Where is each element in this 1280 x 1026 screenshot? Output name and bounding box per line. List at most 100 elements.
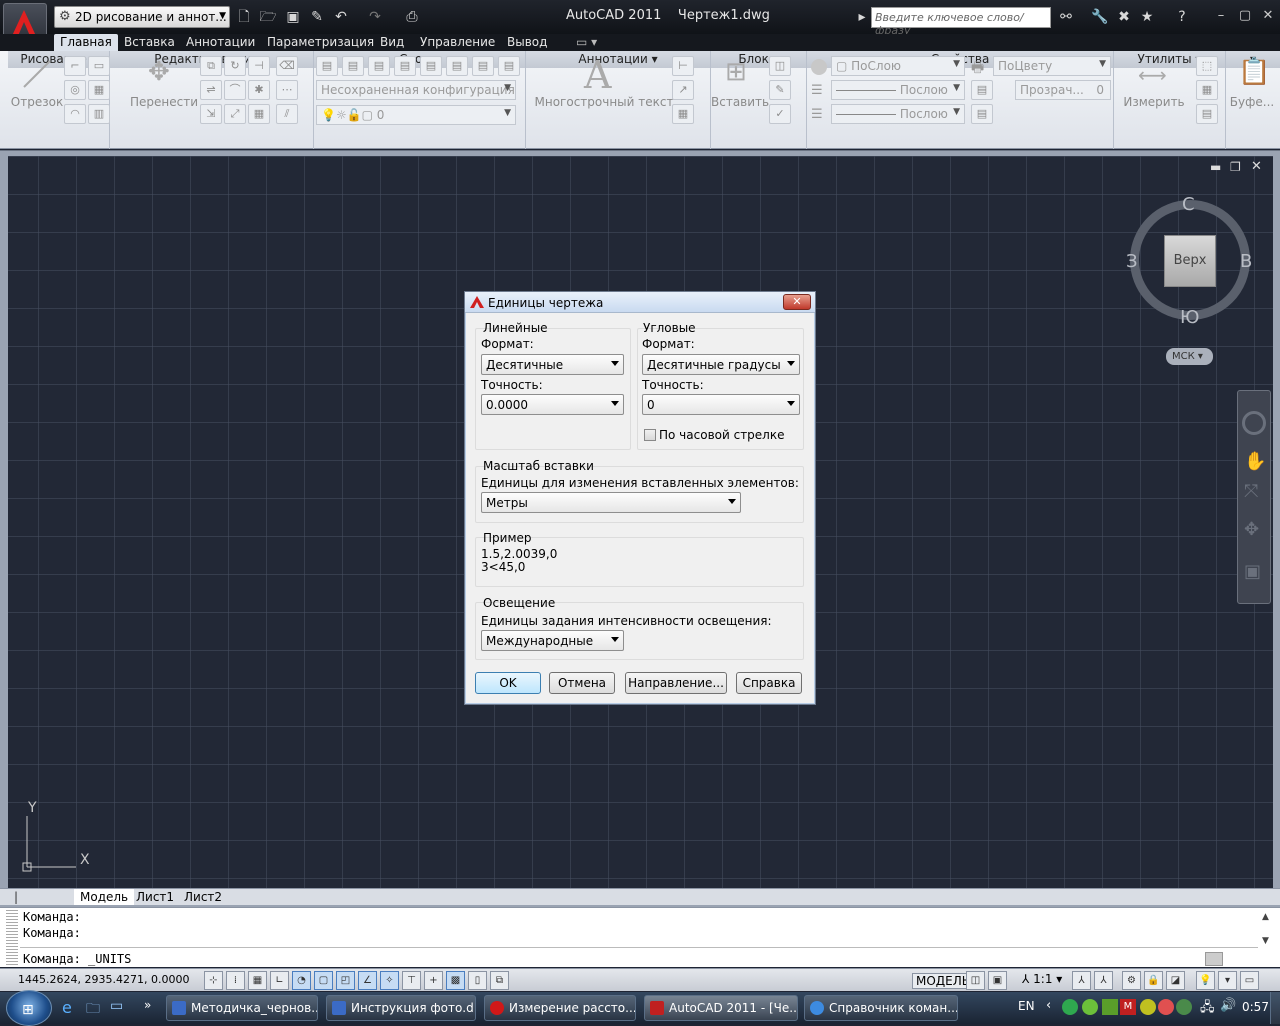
quicklaunch-more-icon[interactable]: » <box>144 998 151 1012</box>
table-icon[interactable]: ▦ <box>672 104 694 124</box>
polar-tracking-icon[interactable]: ◔ <box>292 971 311 990</box>
dialog-close-button[interactable]: ✕ <box>783 294 811 310</box>
direction-button[interactable]: Направление... <box>625 672 727 694</box>
rotate-icon[interactable]: ↻ <box>224 56 246 76</box>
language-indicator[interactable]: EN <box>1018 999 1035 1013</box>
open-folder-icon[interactable]: 🗁 <box>258 7 278 27</box>
tray-antivirus-icon[interactable]: M <box>1120 999 1136 1015</box>
minimize-button[interactable]: – <box>1210 6 1232 26</box>
linear-precision-dropdown[interactable]: 0.0000 <box>481 394 624 415</box>
color-combo[interactable]: ▢ ПоСлою ▼ <box>831 56 965 76</box>
linear-dim-icon[interactable]: ⊢ <box>672 56 694 76</box>
taskbar-item-opera[interactable]: Измерение рассто... <box>484 995 636 1021</box>
lineweight-toggle-icon[interactable]: + <box>424 971 443 990</box>
3d-osnap-icon[interactable]: ◰ <box>336 971 355 990</box>
ucs-menu[interactable]: МСК ▾ <box>1166 348 1213 365</box>
taskbar-item-autocad[interactable]: AutoCAD 2011 - [Че... <box>644 995 798 1021</box>
compass-west[interactable]: З <box>1126 251 1138 272</box>
plotstyle-combo[interactable]: ПоЦвету ▼ <box>993 56 1111 76</box>
stretch-icon[interactable]: ⇲ <box>200 104 222 124</box>
otrack-icon[interactable]: ∠ <box>358 971 377 990</box>
layer-isolate-icon[interactable]: ▤ <box>368 56 390 76</box>
ribbon-options-icon[interactable]: ▭ ▾ <box>570 34 603 51</box>
ortho-icon[interactable]: ∟ <box>270 971 289 990</box>
linear-format-dropdown[interactable]: Десятичные <box>481 354 624 375</box>
show-hidden-icons-icon[interactable]: ‹ <box>1046 998 1051 1013</box>
object-snap-icon[interactable]: ▢ <box>314 971 333 990</box>
calculator-icon[interactable]: ▦ <box>1196 80 1218 100</box>
ducs-icon[interactable]: ✧ <box>380 971 399 990</box>
layout-nav-arrows-icon[interactable]: |◂◂▸▸| <box>8 889 68 920</box>
tab-manage[interactable]: Управление <box>414 34 501 51</box>
arc-icon[interactable]: ◠ <box>64 104 86 124</box>
id-point-icon[interactable]: ▤ <box>1196 104 1218 124</box>
ie-quicklaunch-icon[interactable]: e <box>62 998 72 1017</box>
clean-screen-icon[interactable]: ▭ <box>1240 971 1259 990</box>
clock[interactable]: 0:57 <box>1242 1000 1269 1014</box>
quick-view-layouts-icon[interactable]: ◫ <box>966 971 985 990</box>
infer-constraints-icon[interactable]: ⊹ <box>204 971 223 990</box>
pan-hand-icon[interactable]: ✋ <box>1244 451 1266 472</box>
showmotion-icon[interactable]: ▣ <box>1244 561 1261 582</box>
taskbar-item-ie[interactable]: Справочник коман... <box>804 995 958 1021</box>
tray-status-icon[interactable] <box>1140 999 1156 1015</box>
compass-south[interactable]: Ю <box>1180 307 1199 328</box>
taskbar-item-word1[interactable]: Методичка_чернов... <box>166 995 318 1021</box>
cancel-button[interactable]: Отмена <box>549 672 615 694</box>
viewport-minimize-icon[interactable]: ▬ <box>1210 160 1221 174</box>
hatch-icon[interactable]: ▦ <box>88 80 110 100</box>
compass-north[interactable]: С <box>1182 194 1195 215</box>
erase-icon[interactable]: ⌫ <box>276 56 298 76</box>
zoom-extents-icon[interactable]: ⤧ <box>1244 481 1258 502</box>
quick-select-icon[interactable]: ⬚ <box>1196 56 1218 76</box>
tab-layout2[interactable]: Лист2 <box>178 889 228 905</box>
layer-unisolate-icon[interactable]: ▤ <box>394 56 416 76</box>
measure-tool-label[interactable]: Измерить <box>1116 95 1192 109</box>
insertion-units-dropdown[interactable]: Метры <box>481 492 741 513</box>
desktop-quicklaunch-icon[interactable]: ▭ <box>110 998 123 1014</box>
tray-network-app-icon[interactable] <box>1082 999 1098 1015</box>
favorites-star-icon[interactable]: ★ <box>1137 7 1157 27</box>
command-input[interactable]: Команда: _UNITS <box>23 952 131 966</box>
dialog-titlebar[interactable]: Единицы чертежа ✕ <box>465 292 815 313</box>
offset-icon[interactable]: ⫽ <box>276 104 298 124</box>
print-icon[interactable]: ⎙ <box>402 7 422 27</box>
match-properties-icon[interactable] <box>811 59 827 75</box>
create-block-icon[interactable]: ◫ <box>769 56 791 76</box>
help-button[interactable]: Справка <box>736 672 802 694</box>
move-tool-label[interactable]: Перенести <box>128 95 200 109</box>
insert-tool-label[interactable]: Вставить <box>711 95 769 109</box>
help-icon[interactable]: ? <box>1172 7 1192 27</box>
layer-lock-icon[interactable]: ▤ <box>472 56 494 76</box>
angular-format-dropdown[interactable]: Десятичные градусы <box>642 354 800 375</box>
quick-view-drawings-icon[interactable]: ▣ <box>988 971 1007 990</box>
lighting-units-dropdown[interactable]: Международные <box>481 630 624 651</box>
command-grip-icon[interactable] <box>6 910 18 966</box>
maximize-button[interactable]: ▢ <box>1234 6 1256 26</box>
workspace-selector[interactable]: ⚙ 2D рисование и аннот... ▼ <box>54 6 230 28</box>
transparency-field[interactable]: Прозрач... 0 <box>1015 80 1111 100</box>
tray-app-icon[interactable] <box>1062 999 1078 1015</box>
layer-properties-icon[interactable]: ▤ <box>316 56 338 76</box>
explode-icon[interactable]: ✱ <box>248 80 270 100</box>
clockwise-label[interactable]: По часовой стрелке <box>659 428 784 442</box>
snap-mode-icon[interactable]: ⁞ <box>226 971 245 990</box>
linetype-combo[interactable]: Послою ▼ <box>831 80 965 100</box>
tray-sync-icon[interactable] <box>1176 999 1192 1015</box>
annotation-scale[interactable]: ⅄ 1:1 ▾ <box>1022 972 1062 986</box>
edit-block-icon[interactable]: ✎ <box>769 80 791 100</box>
clockwise-checkbox[interactable] <box>644 429 656 441</box>
show-desktop-button[interactable] <box>1270 992 1280 1024</box>
angular-precision-dropdown[interactable]: 0 <box>642 394 800 415</box>
start-button[interactable]: ⊞ <box>6 990 52 1026</box>
lineweight-combo[interactable]: Послою ▼ <box>831 104 965 124</box>
dynamic-input-icon[interactable]: ⊤ <box>402 971 421 990</box>
volume-icon[interactable]: 🔊 <box>1220 998 1236 1013</box>
quick-properties-icon[interactable]: ▯ <box>468 971 487 990</box>
save-as-icon[interactable]: ✎ <box>307 7 327 27</box>
layer-combo[interactable]: 💡☼🔓▢ 0 ▼ <box>316 105 516 125</box>
ok-button[interactable]: OK <box>475 672 541 694</box>
mtext-tool-label[interactable]: Многострочный текст <box>534 95 674 109</box>
tab-output[interactable]: Вывод <box>501 34 553 51</box>
subscription-center-icon[interactable]: 🔧 <box>1090 7 1110 27</box>
